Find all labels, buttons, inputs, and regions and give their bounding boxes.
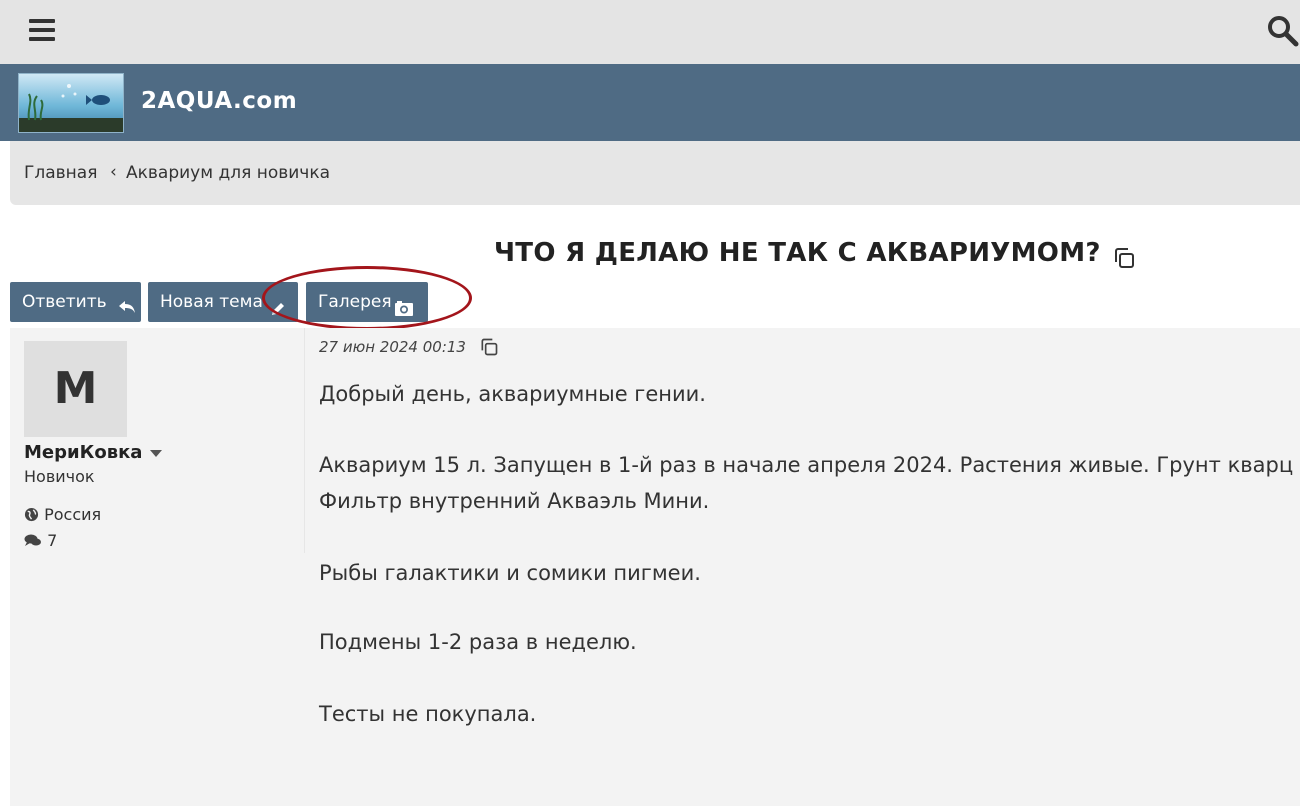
post-date[interactable]: 27 июн 2024 00:13 (319, 338, 466, 356)
search-icon[interactable] (1266, 14, 1300, 48)
post-text-line: Аквариум 15 л. Запущен в 1-й раз в начал… (319, 453, 1300, 477)
reply-button[interactable]: Ответить (10, 282, 141, 322)
comments-icon (24, 533, 42, 552)
new-topic-button-label: Новая тема (160, 292, 263, 312)
user-country-label: Россия (44, 505, 102, 524)
copy-icon[interactable] (1112, 246, 1136, 274)
breadcrumb-separator: ‹ (110, 162, 117, 182)
globe-icon (24, 507, 39, 526)
breadcrumb-section[interactable]: Аквариум для новичка (126, 163, 330, 183)
site-logo[interactable] (18, 73, 124, 133)
post-text-line: Подмены 1-2 раза в неделю. (319, 630, 637, 654)
user-posts-count: 7 (47, 531, 58, 550)
menu-icon[interactable] (29, 19, 55, 41)
username[interactable]: МериКовка (24, 442, 142, 463)
highlight-annotation (262, 266, 472, 330)
reply-arrow-icon (117, 292, 137, 332)
caret-down-icon[interactable] (150, 450, 162, 457)
page-title: ЧТО Я ДЕЛАЮ НЕ ТАК С АКВАРИУМОМ? (494, 238, 1101, 268)
site-name[interactable]: 2AQUA.com (141, 88, 297, 114)
post-text-line: Тесты не покупала. (319, 702, 537, 726)
post-text-line: Фильтр внутренний Акваэль Мини. (319, 489, 710, 513)
avatar[interactable]: M (24, 341, 127, 437)
breadcrumb: Главная ‹ Аквариум для новичка (10, 141, 1300, 205)
top-bar (0, 0, 1300, 64)
breadcrumb-home[interactable]: Главная (24, 163, 97, 183)
post-text-line: Добрый день, аквариумные гении. (319, 382, 706, 406)
copy-icon[interactable] (479, 337, 499, 361)
site-header: 2AQUA.com (0, 64, 1300, 141)
reply-button-label: Ответить (22, 292, 107, 312)
user-posts: 7 (24, 531, 57, 552)
user-role: Новичок (24, 467, 95, 486)
post-text-line: Рыбы галактики и сомики пигмеи. (319, 561, 701, 585)
user-country: Россия (24, 505, 101, 526)
